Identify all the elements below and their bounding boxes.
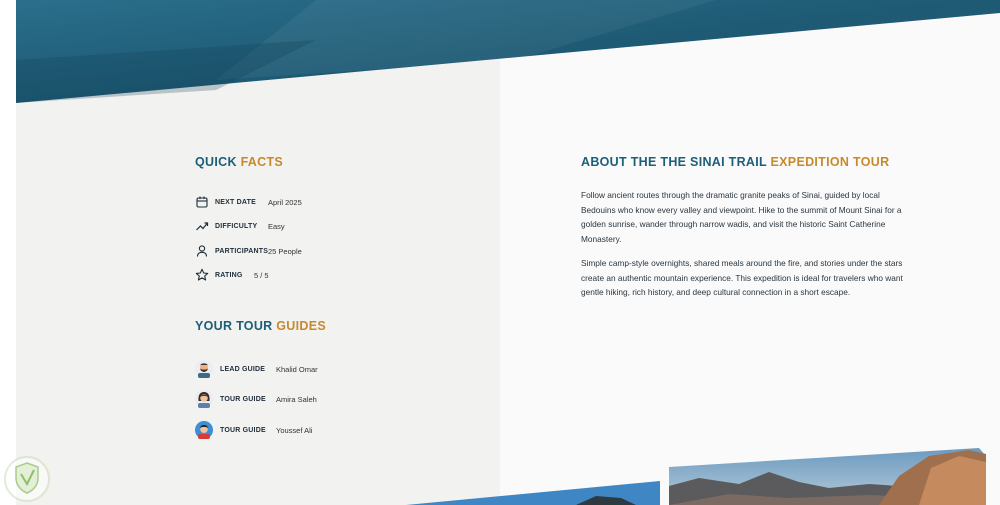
fact-value: 5 / 5	[254, 270, 269, 280]
fact-rating: RATING 5 / 5	[195, 267, 269, 283]
guide-row: TOUR GUIDE Amira Saleh	[195, 389, 317, 409]
fact-difficulty: DIFFICULTY Easy	[195, 218, 285, 234]
fact-participants: PARTICIPANTS 25 People	[195, 243, 302, 259]
guide-row: TOUR GUIDE Youssef Ali	[195, 420, 312, 440]
man-avatar	[195, 421, 213, 439]
gallery-photo-1[interactable]	[406, 478, 660, 505]
shield-logo-icon	[4, 456, 50, 502]
fact-label: RATING	[215, 271, 243, 279]
bearded-man-avatar	[195, 360, 213, 378]
about-paragraph-1: Follow ancient routes through the dramat…	[581, 190, 902, 244]
fact-label: NEXT DATE	[215, 198, 256, 206]
fact-next-date: NEXT DATE April 2025	[195, 194, 302, 210]
fact-value: Easy	[268, 221, 285, 231]
tour-guides-title-part2: GUIDES	[276, 319, 326, 333]
tour-detail-page: QUICK FACTS NEXT DATE April 2025 DIFFICU…	[16, 0, 1000, 505]
tour-guides-title: YOUR TOUR GUIDES	[195, 319, 326, 333]
tour-guides-title-part1: YOUR TOUR	[195, 319, 273, 333]
guide-name: Khalid Omar	[276, 364, 318, 374]
fact-label: DIFFICULTY	[215, 222, 258, 230]
guide-label: TOUR GUIDE	[220, 426, 266, 434]
fact-value: 25 People	[268, 246, 302, 256]
fact-label: PARTICIPANTS	[215, 247, 269, 255]
about-title-part2: EXPEDITION TOUR	[770, 155, 890, 169]
hero-image	[16, 0, 1000, 103]
guide-label: LEAD GUIDE	[220, 365, 266, 373]
quick-facts-title: QUICK FACTS	[195, 155, 283, 169]
calendar-icon	[195, 195, 209, 209]
star-icon	[195, 268, 209, 282]
fact-value: April 2025	[268, 197, 302, 207]
about-title: ABOUT THE THE SINAI TRAIL EXPEDITION TOU…	[581, 155, 889, 169]
guide-name: Youssef Ali	[276, 425, 313, 435]
gallery-photo-2[interactable]	[669, 448, 986, 505]
guide-name: Amira Saleh	[276, 394, 317, 404]
guide-row: LEAD GUIDE Khalid Omar	[195, 359, 318, 379]
trend-up-icon	[195, 219, 209, 233]
about-title-part1: ABOUT THE THE SINAI TRAIL	[581, 155, 767, 169]
quick-facts-title-part1: QUICK	[195, 155, 237, 169]
user-icon	[195, 244, 209, 258]
about-paragraph-2: Simple camp-style overnights, shared mea…	[581, 258, 903, 298]
woman-avatar	[195, 390, 213, 408]
guide-label: TOUR GUIDE	[220, 395, 266, 403]
quick-facts-title-part2: FACTS	[240, 155, 284, 169]
